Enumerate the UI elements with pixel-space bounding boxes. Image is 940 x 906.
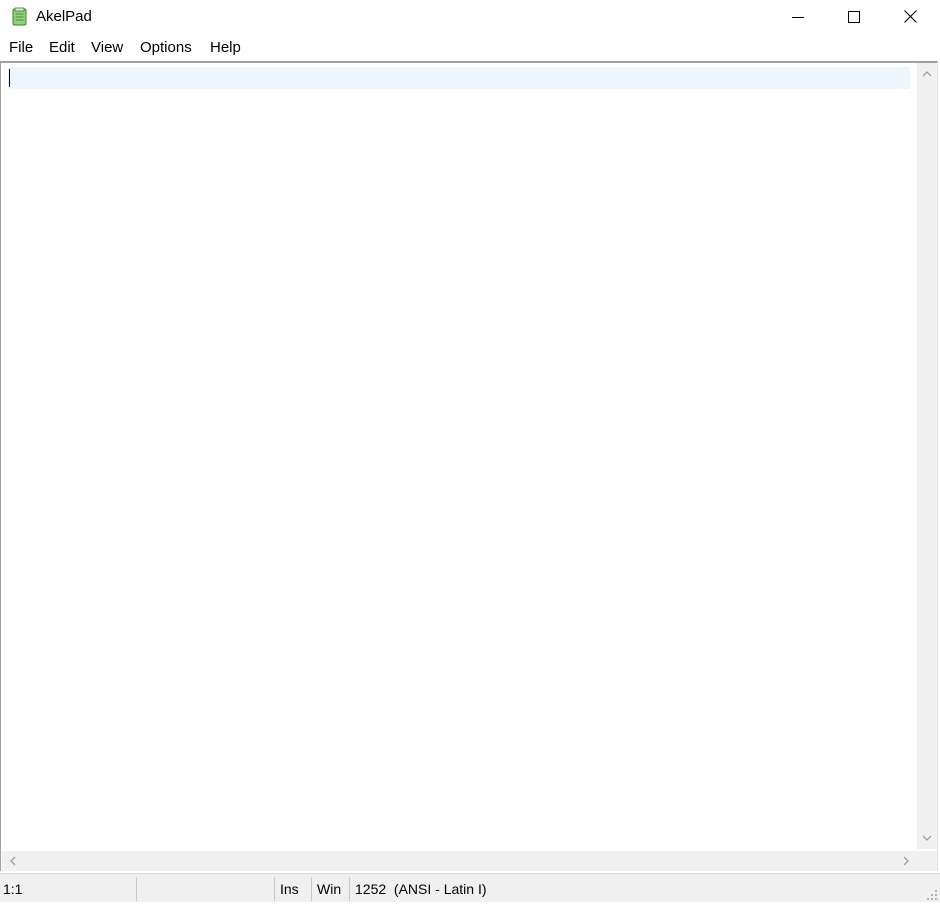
status-divider bbox=[311, 877, 312, 901]
notepad-app-icon[interactable] bbox=[11, 7, 29, 26]
maximize-icon bbox=[848, 10, 860, 23]
menu-file[interactable]: File bbox=[8, 39, 34, 56]
menu-view[interactable]: View bbox=[90, 39, 124, 56]
menu-options[interactable]: Options bbox=[139, 39, 193, 56]
close-icon bbox=[903, 10, 917, 23]
status-bar: 1:1 Ins Win 1252 (ANSI - Latin I) bbox=[0, 873, 940, 902]
chevron-up-icon bbox=[922, 71, 932, 77]
scrollbar-corner bbox=[916, 851, 937, 871]
close-button[interactable] bbox=[882, 0, 938, 33]
text-editor-area[interactable] bbox=[2, 64, 910, 850]
akelpad-window: AkelPad File Edit View Options Help 1:1 … bbox=[0, 0, 940, 902]
editor-frame bbox=[0, 61, 938, 871]
scroll-down-button[interactable] bbox=[917, 827, 937, 849]
minimize-icon bbox=[792, 16, 804, 18]
current-line-highlight bbox=[8, 67, 910, 89]
status-codepage[interactable]: 1252 (ANSI - Latin I) bbox=[355, 877, 487, 901]
menu-bar: File Edit View Options Help bbox=[0, 36, 940, 61]
chevron-down-icon bbox=[922, 835, 932, 841]
scroll-left-button[interactable] bbox=[2, 851, 24, 871]
maximize-button[interactable] bbox=[826, 0, 882, 33]
scroll-right-button[interactable] bbox=[895, 851, 917, 871]
status-divider bbox=[274, 877, 275, 901]
status-divider bbox=[136, 877, 137, 901]
vertical-scrollbar[interactable] bbox=[917, 63, 937, 849]
scroll-up-button[interactable] bbox=[917, 63, 937, 85]
chevron-right-icon bbox=[903, 856, 909, 866]
status-insert-mode[interactable]: Ins bbox=[280, 877, 299, 901]
menu-edit[interactable]: Edit bbox=[48, 39, 76, 56]
title-bar[interactable]: AkelPad bbox=[0, 0, 940, 33]
text-caret bbox=[9, 69, 10, 87]
resize-grip-icon[interactable] bbox=[926, 888, 938, 900]
minimize-button[interactable] bbox=[770, 0, 826, 33]
menu-help[interactable]: Help bbox=[209, 39, 242, 56]
status-divider bbox=[349, 877, 350, 901]
window-title: AkelPad bbox=[36, 8, 92, 25]
status-caret-position[interactable]: 1:1 bbox=[3, 877, 22, 901]
horizontal-scrollbar[interactable] bbox=[2, 851, 917, 871]
chevron-left-icon bbox=[10, 856, 16, 866]
status-newline-format[interactable]: Win bbox=[317, 877, 341, 901]
